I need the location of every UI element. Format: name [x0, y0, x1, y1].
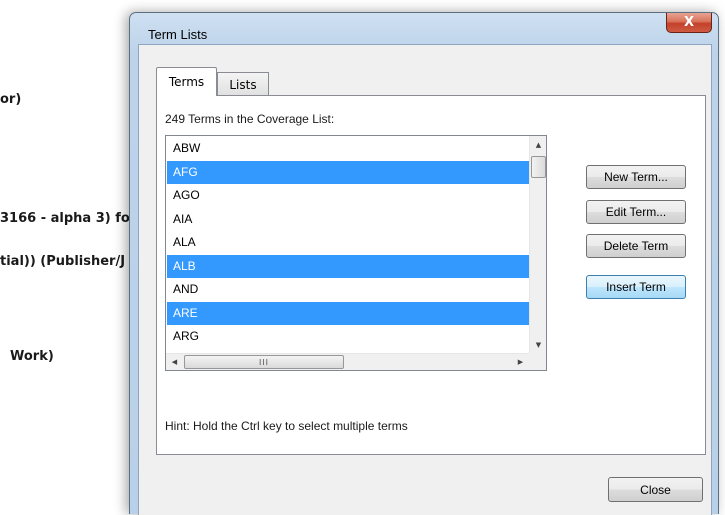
tab-lists[interactable]: Lists — [217, 72, 269, 96]
scrollbar-corner — [529, 353, 546, 370]
scroll-left-icon[interactable]: ◀ — [166, 354, 183, 370]
background-text-fragment-2: 3166 - alpha 3) fo — [0, 211, 130, 226]
close-button[interactable]: Close — [608, 477, 703, 502]
terms-listbox[interactable]: ABWAFGAGOAIAALAALBANDAREARGARM ▲ ▼ ◀ III… — [165, 135, 547, 371]
tab-lists-label: Lists — [229, 77, 257, 92]
term-lists-dialog: Term Lists X Terms Lists 249 Terms in th… — [129, 12, 719, 515]
edit-term-button[interactable]: Edit Term... — [586, 200, 686, 224]
insert-term-button[interactable]: Insert Term — [586, 275, 686, 299]
scroll-right-icon[interactable]: ▶ — [512, 354, 529, 370]
tab-terms-label: Terms — [168, 75, 205, 89]
scroll-up-icon[interactable]: ▲ — [530, 136, 547, 153]
vertical-scrollbar[interactable]: ▲ ▼ — [529, 136, 546, 353]
list-item[interactable]: AGO — [167, 184, 529, 208]
vertical-scroll-thumb[interactable] — [531, 156, 546, 178]
list-item[interactable]: ARE — [167, 301, 529, 325]
background-text-fragment-1: or) — [0, 92, 22, 107]
list-item[interactable]: AIA — [167, 208, 529, 232]
list-item[interactable]: ARG — [167, 325, 529, 349]
list-item[interactable]: AFG — [167, 160, 529, 184]
horizontal-scrollbar[interactable]: ◀ III ▶ — [166, 353, 529, 370]
delete-term-button[interactable]: Delete Term — [586, 234, 686, 258]
scroll-grip-icon: III — [258, 357, 270, 367]
window-close-button[interactable]: X — [666, 13, 712, 33]
multi-select-hint: Hint: Hold the Ctrl key to select multip… — [165, 419, 408, 433]
list-item[interactable]: ALB — [167, 254, 529, 278]
tab-terms[interactable]: Terms — [156, 67, 217, 96]
dialog-client-area: Terms Lists 249 Terms in the Coverage Li… — [138, 44, 712, 515]
list-item[interactable]: ALA — [167, 231, 529, 255]
terms-list: ABWAFGAGOAIAALAALBANDAREARGARM — [167, 137, 529, 372]
close-icon: X — [683, 15, 695, 30]
dialog-title: Term Lists — [148, 27, 208, 42]
horizontal-scroll-thumb[interactable]: III — [184, 355, 344, 369]
dialog-titlebar[interactable]: Term Lists X — [130, 13, 718, 43]
background-text-fragment-3: tial)) (Publisher/J — [0, 254, 126, 269]
term-count-label: 249 Terms in the Coverage List: — [165, 112, 335, 126]
scroll-down-icon[interactable]: ▼ — [530, 336, 547, 353]
list-item[interactable]: ABW — [167, 137, 529, 161]
background-text-fragment-4: Work) — [10, 349, 54, 364]
new-term-button[interactable]: New Term... — [586, 165, 686, 189]
list-item[interactable]: AND — [167, 278, 529, 302]
